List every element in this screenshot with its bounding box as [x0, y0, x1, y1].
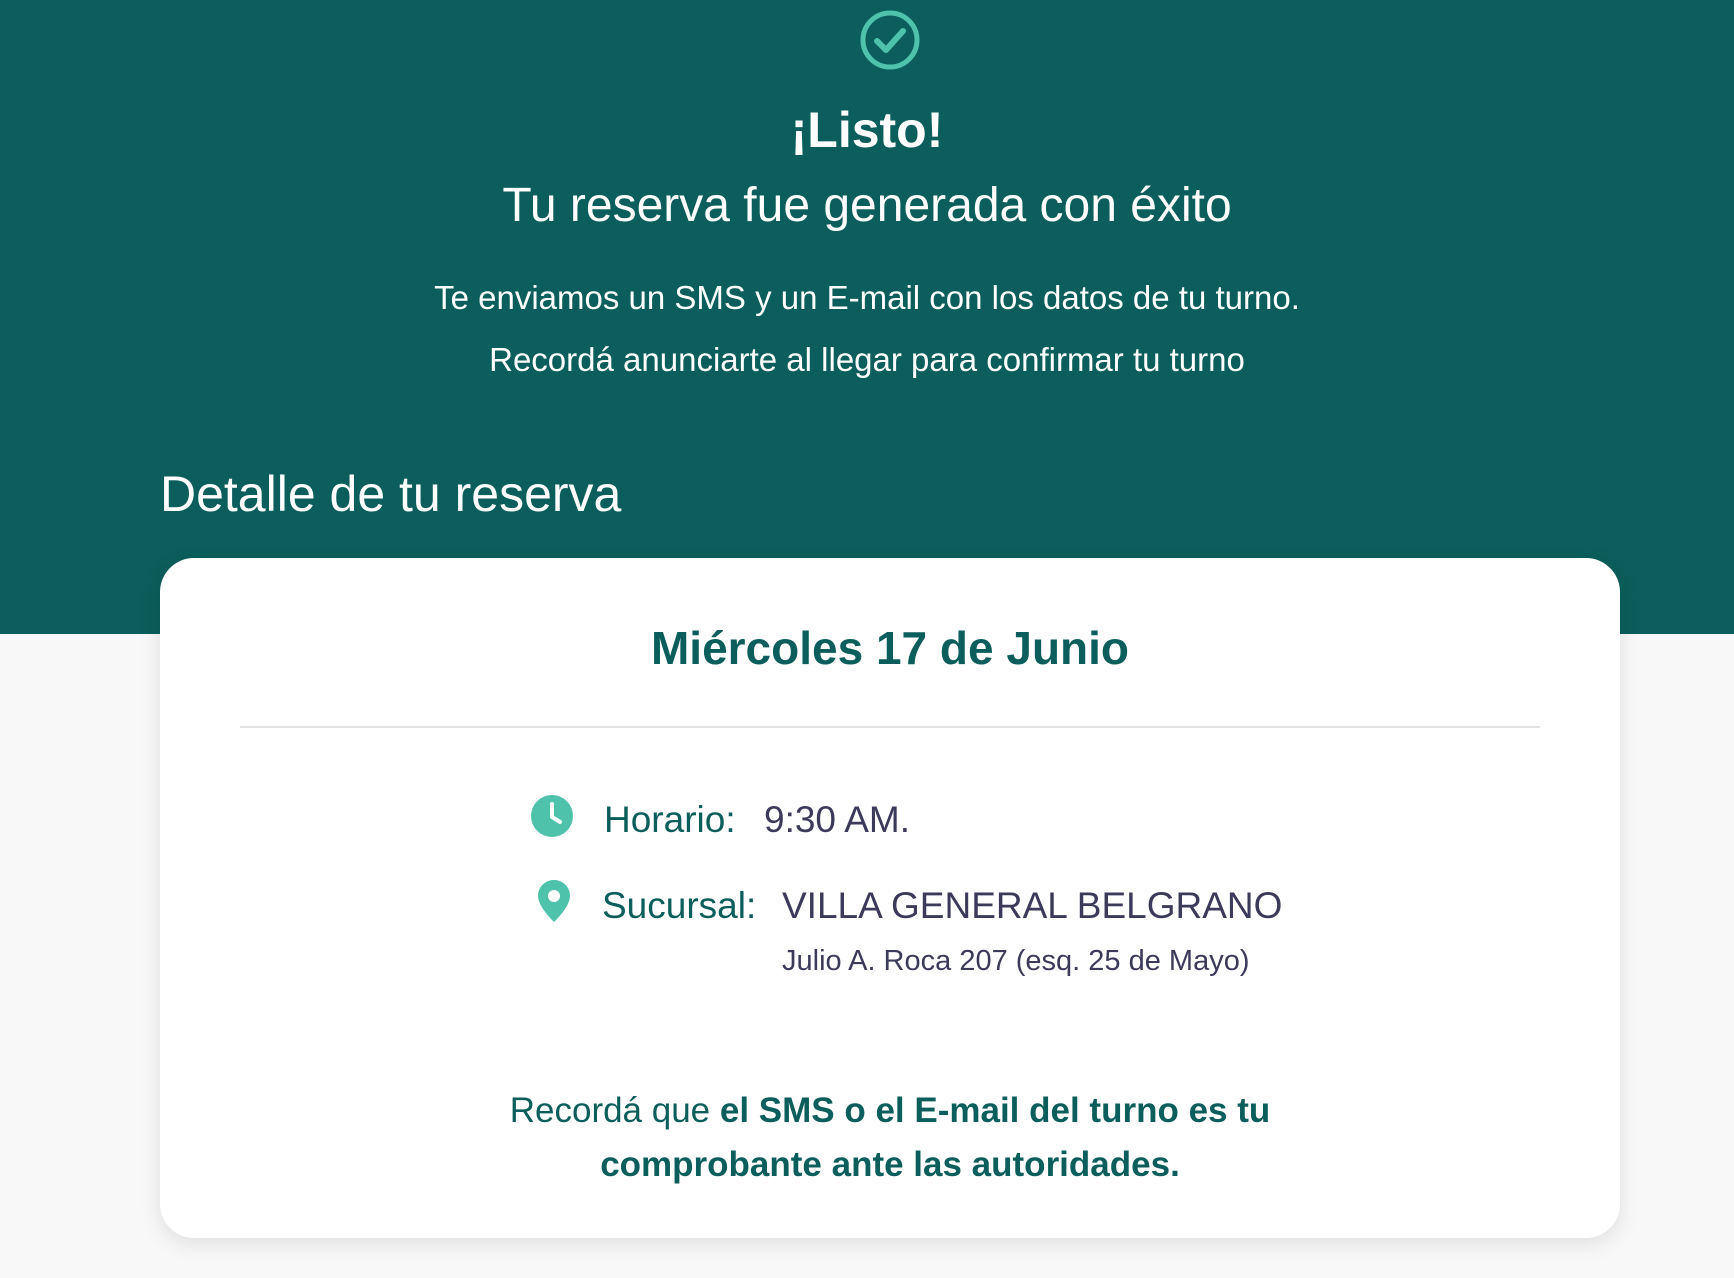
- branch-name: VILLA GENERAL BELGRANO: [782, 885, 1283, 926]
- time-label: Horario:: [604, 799, 736, 840]
- confirmation-reminder: Recordá anunciarte al llegar para confir…: [489, 341, 1245, 378]
- reminder-emphasis-line1: el SMS o el E-mail del turno es tu: [719, 1091, 1271, 1130]
- map-pin-icon: [538, 880, 570, 922]
- reservation-card: Miércoles 17 de Junio Horario: 9:30 AM. …: [160, 558, 1620, 1238]
- branch-label: Sucursal:: [602, 885, 757, 926]
- divider: [240, 726, 1540, 728]
- section-heading: Detalle de tu reserva: [160, 466, 622, 522]
- notification-message: Te enviamos un SMS y un E-mail con los d…: [434, 279, 1300, 316]
- check-circle-icon: [860, 10, 920, 70]
- branch-address: Julio A. Roca 207 (esq. 25 de Mayo): [782, 945, 1250, 977]
- success-subtitle: Tu reserva fue generada con éxito: [502, 179, 1232, 232]
- page-title: ¡Listo!: [790, 102, 944, 158]
- confirmation-header: ¡Listo! Tu reserva fue generada con éxit…: [0, 0, 1734, 634]
- reservation-date: Miércoles 17 de Junio: [650, 622, 1130, 674]
- time-value: 9:30 AM.: [764, 799, 911, 840]
- clock-icon: [531, 795, 573, 837]
- reminder-emphasis-line2: comprobante ante las autoridades.: [600, 1145, 1180, 1184]
- legal-reminder: Recordá que el SMS o el E-mail del turno…: [160, 1084, 1620, 1192]
- reminder-prefix: Recordá que: [509, 1091, 720, 1130]
